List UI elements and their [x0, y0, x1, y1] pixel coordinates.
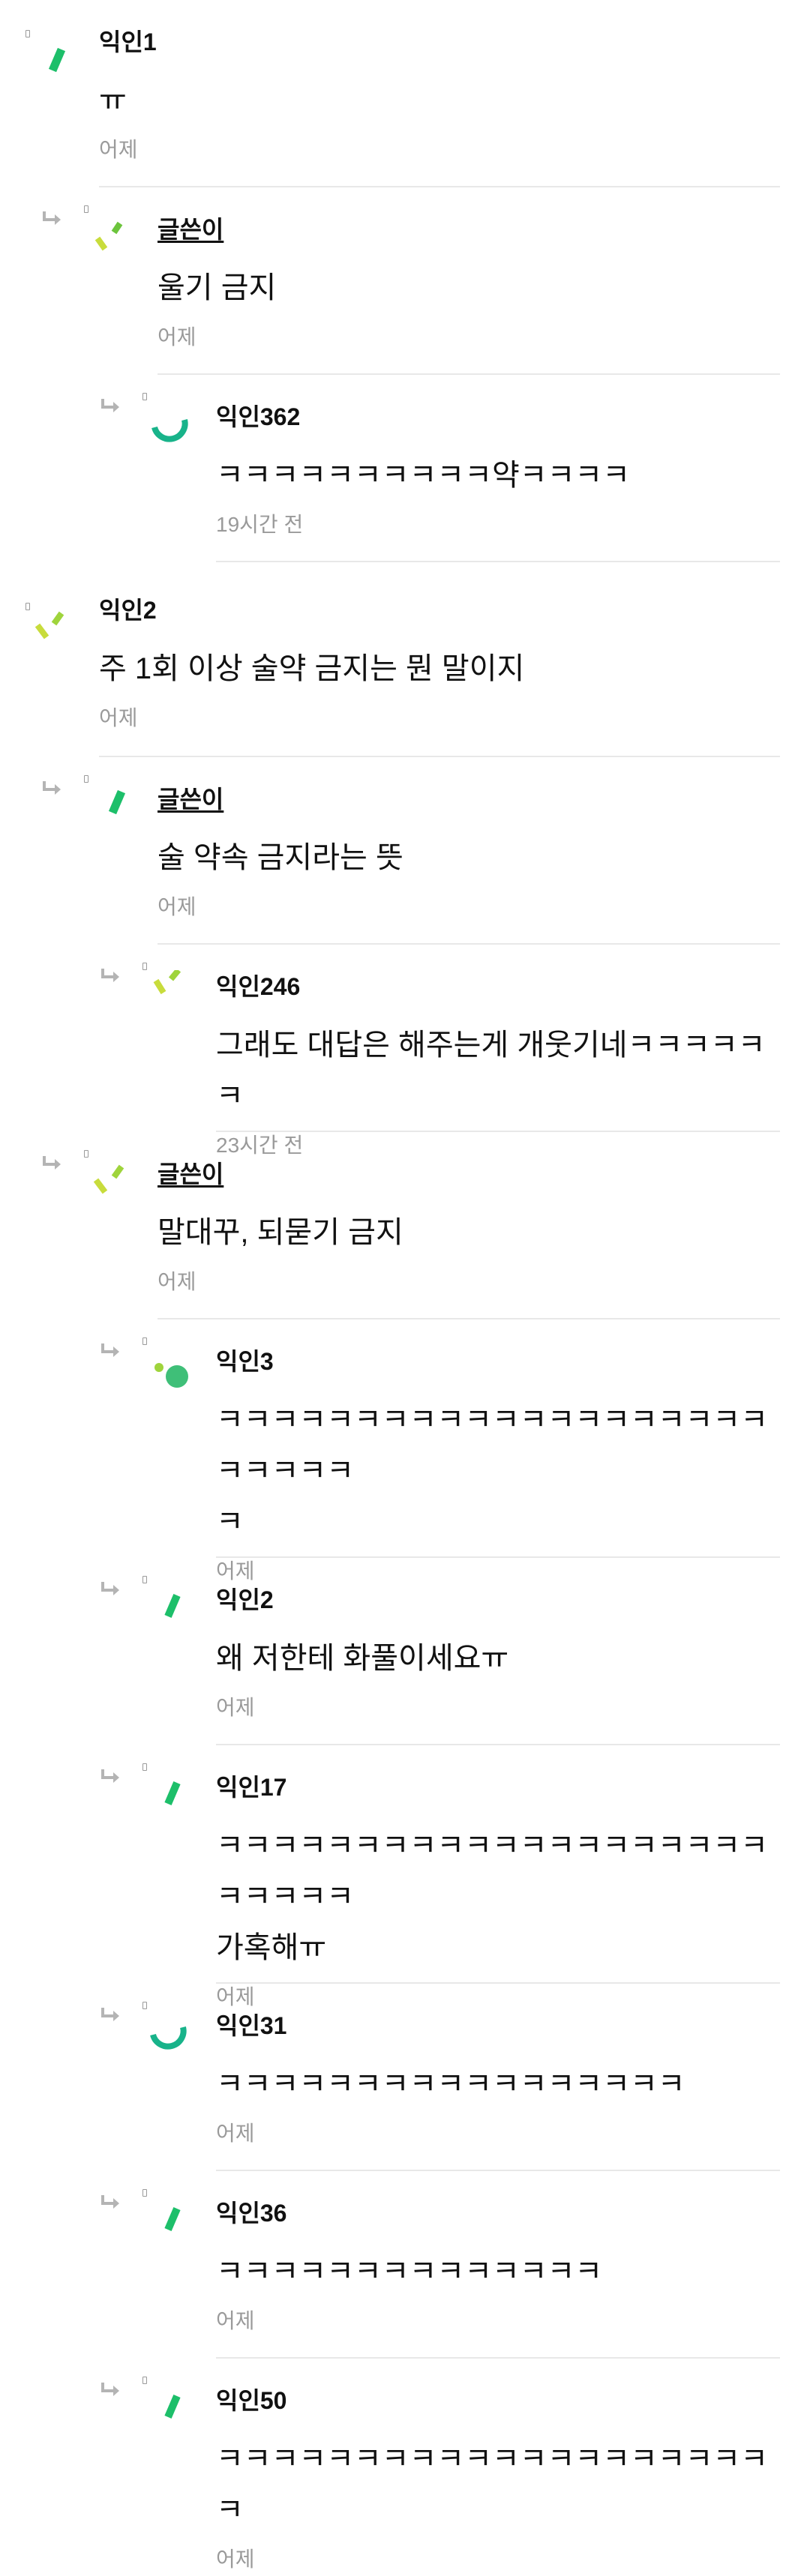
- comment-author[interactable]: 익인1: [99, 27, 774, 57]
- comment-item: 익인362 ㅋㅋㅋㅋㅋㅋㅋㅋㅋㅋ약ㅋㅋㅋㅋ 19시간 전: [0, 375, 810, 562]
- comment-thread: 익인1 ㅠ 어제 글쓴이 울기 금지 어제 익인362 ㅋㅋㅋㅋㅋㅋㅋㅋㅋㅋ약ㅋ…: [0, 0, 810, 2576]
- comment-text: ㅋㅋㅋㅋㅋㅋㅋㅋㅋㅋㅋㅋㅋㅋㅋㅋㅋㅋㅋㅋㅋㅋㅋㅋㅋ 가혹해ㅠ: [216, 1829, 768, 1964]
- profile-badge-icon: [142, 963, 147, 970]
- reply-arrow-icon: [99, 1342, 122, 1358]
- comment-text: ㅋㅋㅋㅋㅋㅋㅋㅋㅋㅋㅋㅋㅋㅋㅋㅋㅋㅋㅋㅋㅋ: [216, 2443, 768, 2527]
- profile-badge-icon: [142, 2377, 147, 2384]
- green-slash-icon: [150, 1583, 198, 1631]
- comment-author[interactable]: 익인362: [216, 402, 780, 432]
- comment-text: 그래도 대답은 해주는게 개웃기네ㅋㅋㅋㅋㅋㅋ: [216, 1029, 766, 1113]
- green-slash-icon: [150, 2197, 198, 2245]
- comment-item: 글쓴이 술 약속 금지라는 뜻 어제: [0, 757, 810, 945]
- reply-arrow-icon: [40, 1155, 63, 1171]
- comment-author[interactable]: 익인36: [216, 2198, 780, 2228]
- comment-author[interactable]: 익인246: [216, 972, 780, 1002]
- comment-item: 익인3 ㅋㅋㅋㅋㅋㅋㅋㅋㅋㅋㅋㅋㅋㅋㅋㅋㅋㅋㅋㅋㅋㅋㅋㅋㅋ ㅋ 어제: [0, 1319, 810, 1583]
- reply-arrow-icon: [99, 967, 122, 984]
- comment-time: 어제: [158, 325, 196, 349]
- comment-author[interactable]: 익인3: [216, 1346, 780, 1376]
- comment-author[interactable]: 익인31: [216, 2011, 780, 2041]
- reply-arrow-icon: [99, 1580, 122, 1597]
- comment-time: 어제: [216, 2122, 255, 2145]
- comment-time: 19시간 전: [216, 513, 304, 536]
- profile-badge-icon: [26, 30, 30, 37]
- lime-check-icon: [150, 970, 198, 1018]
- comment-time: 어제: [99, 706, 138, 729]
- comment-text: ㅠ: [99, 84, 127, 117]
- green-slash-icon: [36, 39, 84, 87]
- comment-item: 익인17 ㅋㅋㅋㅋㅋㅋㅋㅋㅋㅋㅋㅋㅋㅋㅋㅋㅋㅋㅋㅋㅋㅋㅋㅋㅋ 가혹해ㅠ 어제: [0, 1745, 810, 2008]
- comment-text: ㅋㅋㅋㅋㅋㅋㅋㅋㅋㅋ약ㅋㅋㅋㅋ: [216, 459, 630, 492]
- reply-arrow-icon: [99, 2006, 122, 2023]
- profile-badge-icon: [84, 1150, 88, 1158]
- comment-text: 울기 금지: [158, 271, 277, 304]
- comment-item: 글쓴이 말대꾸, 되묻기 금지 어제: [0, 1132, 810, 1319]
- comment-author[interactable]: 익인2: [216, 1585, 780, 1615]
- profile-badge-icon: [142, 1337, 147, 1345]
- comment-item: 익인36 ㅋㅋㅋㅋㅋㅋㅋㅋㅋㅋㅋㅋㅋㅋ 어제: [0, 2171, 810, 2359]
- profile-badge-icon: [84, 775, 88, 783]
- comment-author[interactable]: 글쓴이: [158, 784, 772, 814]
- profile-badge-icon: [26, 603, 30, 610]
- green-slash-icon: [92, 783, 140, 831]
- profile-badge-icon: [142, 2002, 147, 2009]
- comment-time: 어제: [158, 895, 196, 918]
- reply-arrow-icon: [99, 1768, 122, 1784]
- reply-arrow-icon: [40, 780, 63, 796]
- teal-arc-icon: [150, 2009, 198, 2057]
- comment-time: 어제: [216, 2548, 255, 2571]
- green-dots-icon: [150, 1345, 198, 1393]
- profile-badge-icon: [142, 2189, 147, 2197]
- comment-author[interactable]: 익인17: [216, 1772, 780, 1802]
- comment-item: 익인2 왜 저한테 화풀이세요ㅠ 어제: [0, 1558, 810, 1745]
- lime-check-icon: [92, 1158, 140, 1206]
- profile-badge-icon: [142, 1576, 147, 1583]
- comment-item: 글쓴이 울기 금지 어제: [0, 187, 810, 375]
- profile-badge-icon: [142, 1763, 147, 1771]
- reply-arrow-icon: [40, 210, 63, 226]
- comment-author[interactable]: 익인50: [216, 2386, 780, 2416]
- comment-text: 말대꾸, 되묻기 금지: [158, 1216, 404, 1249]
- comment-text: 왜 저한테 화풀이세요ㅠ: [216, 1642, 509, 1675]
- profile-badge-icon: [84, 205, 88, 213]
- comment-text: ㅋㅋㅋㅋㅋㅋㅋㅋㅋㅋㅋㅋㅋㅋㅋㅋㅋㅋㅋㅋㅋㅋㅋㅋㅋ ㅋ: [216, 1403, 768, 1538]
- comment-item: 익인2 주 1회 이상 술약 금지는 뭔 말이지 어제: [0, 562, 810, 757]
- comment-item: 익인31 ㅋㅋㅋㅋㅋㅋㅋㅋㅋㅋㅋㅋㅋㅋㅋㅋㅋ 어제: [0, 1984, 810, 2171]
- reply-arrow-icon: [99, 2194, 122, 2210]
- comment-author[interactable]: 글쓴이: [158, 1159, 772, 1189]
- green-slash-icon: [150, 1771, 198, 1819]
- teal-arc-icon: [150, 400, 198, 448]
- comment-item: 익인1 ㅠ 어제: [0, 0, 810, 187]
- lime-check-icon: [92, 213, 140, 261]
- comment-time: 어제: [158, 1270, 196, 1293]
- comment-author[interactable]: 글쓴이: [158, 214, 772, 244]
- comment-author[interactable]: 익인2: [99, 595, 774, 625]
- comment-text: ㅋㅋㅋㅋㅋㅋㅋㅋㅋㅋㅋㅋㅋㅋ: [216, 2255, 603, 2288]
- lime-check-icon: [33, 610, 81, 658]
- comment-item: 익인246 그래도 대답은 해주는게 개웃기네ㅋㅋㅋㅋㅋㅋ 23시간 전: [0, 945, 810, 1157]
- profile-badge-icon: [142, 393, 147, 400]
- reply-arrow-icon: [99, 2381, 122, 2398]
- comment-time: 어제: [99, 138, 138, 161]
- comment-text: 주 1회 이상 술약 금지는 뭔 말이지: [99, 652, 525, 685]
- green-slash-icon: [150, 2384, 198, 2432]
- comment-text: 술 약속 금지라는 뜻: [158, 841, 404, 874]
- comment-text: ㅋㅋㅋㅋㅋㅋㅋㅋㅋㅋㅋㅋㅋㅋㅋㅋㅋ: [216, 2068, 686, 2101]
- reply-arrow-icon: [99, 397, 122, 414]
- comment-time: 어제: [216, 2309, 255, 2332]
- comment-time: 어제: [216, 1696, 255, 1719]
- comment-item: 익인50 ㅋㅋㅋㅋㅋㅋㅋㅋㅋㅋㅋㅋㅋㅋㅋㅋㅋㅋㅋㅋㅋ 어제: [0, 2359, 810, 2576]
